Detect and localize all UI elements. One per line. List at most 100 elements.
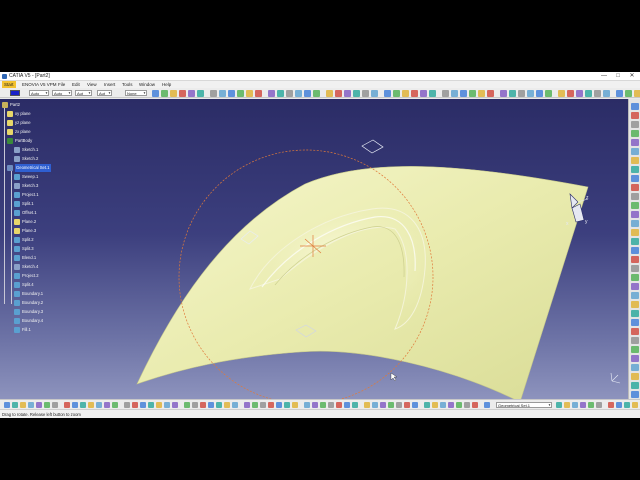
toolbar-icon[interactable] — [224, 402, 230, 408]
toolbar-icon[interactable] — [179, 89, 186, 97]
toolbar-icon[interactable] — [362, 89, 369, 97]
toolbar-icon[interactable] — [184, 402, 190, 408]
toolbar-icon[interactable] — [255, 89, 262, 97]
toolbar-icon[interactable] — [396, 402, 402, 408]
toolbar-icon[interactable] — [364, 402, 370, 408]
toolbar-icon[interactable] — [484, 402, 490, 408]
toolbar-icon[interactable] — [276, 402, 282, 408]
toolbar-icon[interactable] — [412, 402, 418, 408]
toolbar-icon[interactable] — [44, 402, 50, 408]
toolbar-icon[interactable] — [631, 346, 639, 353]
toolbar-icon[interactable] — [527, 89, 534, 97]
toolbar-icon[interactable] — [420, 89, 427, 97]
toolbar-icon[interactable] — [631, 166, 639, 173]
toolbar-icon[interactable] — [210, 89, 217, 97]
toolbar-icon[interactable] — [631, 184, 639, 191]
toolbar-icon[interactable] — [244, 402, 250, 408]
toolbar-icon[interactable] — [631, 193, 639, 200]
toolbar-icon[interactable] — [197, 89, 204, 97]
toolbar-icon[interactable] — [140, 402, 146, 408]
toolbar-icon[interactable] — [313, 89, 320, 97]
toolbar-icon[interactable] — [353, 89, 360, 97]
menu-enovia[interactable]: ENOVIA V5 VPM — [22, 81, 57, 88]
toolbar-icon[interactable] — [246, 89, 253, 97]
toolbar-icon[interactable] — [456, 402, 462, 408]
maximize-button[interactable]: □ — [612, 72, 624, 80]
toolbar-icon[interactable] — [252, 402, 258, 408]
toolbar-icon[interactable] — [631, 265, 639, 272]
toolbar-icon[interactable] — [556, 402, 562, 408]
toolbar-icon[interactable] — [448, 402, 454, 408]
toolbar-icon[interactable] — [384, 89, 391, 97]
toolbar-icon[interactable] — [564, 402, 570, 408]
menu-help[interactable]: Help — [162, 81, 171, 88]
toolbar-icon[interactable] — [440, 402, 446, 408]
toolbar-icon[interactable] — [631, 373, 639, 380]
toolbar-icon[interactable] — [631, 319, 639, 326]
toolbar-icon[interactable] — [402, 89, 409, 97]
toolbar-icon[interactable] — [304, 402, 310, 408]
toolbar-icon[interactable] — [344, 89, 351, 97]
toolbar-icon[interactable] — [28, 402, 34, 408]
toolbar-icon[interactable] — [429, 89, 436, 97]
toolbar-icon[interactable] — [148, 402, 154, 408]
toolbar-icon[interactable] — [616, 402, 622, 408]
toolbar-icon[interactable] — [469, 89, 476, 97]
toolbar-icon[interactable] — [478, 89, 485, 97]
toolbar-icon[interactable] — [64, 402, 70, 408]
toolbar-icon[interactable] — [424, 402, 430, 408]
toolbar-icon[interactable] — [88, 402, 94, 408]
toolbar-icon[interactable] — [596, 402, 602, 408]
menu-view[interactable]: View — [87, 81, 97, 88]
toolbar-icon[interactable] — [216, 402, 222, 408]
toolbar-icon[interactable] — [336, 402, 342, 408]
toolbar-icon[interactable] — [460, 89, 467, 97]
toolbar-icon[interactable] — [576, 89, 583, 97]
menu-window[interactable]: Window — [139, 81, 155, 88]
toolbar-icon[interactable] — [631, 355, 639, 362]
toolbar-icon[interactable] — [558, 89, 565, 97]
toolbar-icon[interactable] — [72, 402, 78, 408]
toolbar-icon[interactable] — [20, 402, 26, 408]
toolbar-icon[interactable] — [588, 402, 594, 408]
toolbar-icon[interactable] — [36, 402, 42, 408]
toolbar-icon[interactable] — [594, 89, 601, 97]
toolbar-icon[interactable] — [228, 89, 235, 97]
minimize-button[interactable]: — — [598, 72, 610, 80]
toolbar-icon[interactable] — [631, 157, 639, 164]
toolbar-icon[interactable] — [388, 402, 394, 408]
toolbar-icon[interactable] — [631, 139, 639, 146]
menu-tools[interactable]: Tools — [122, 81, 133, 88]
toolbar-icon[interactable] — [464, 402, 470, 408]
transparency-combo[interactable]: Auto ▼ — [52, 90, 72, 96]
toolbar-icon[interactable] — [442, 89, 449, 97]
toolbar-icon[interactable] — [152, 89, 159, 97]
toolbar-icon[interactable] — [631, 175, 639, 182]
toolbar-icon[interactable] — [277, 89, 284, 97]
toolbar-icon[interactable] — [631, 121, 639, 128]
toolbar-icon[interactable] — [232, 402, 238, 408]
toolbar-icon[interactable] — [268, 402, 274, 408]
toolbar-icon[interactable] — [631, 301, 639, 308]
toolbar-icon[interactable] — [631, 391, 639, 398]
linetype-combo[interactable]: Aut ▼ — [75, 90, 92, 96]
toolbar-icon[interactable] — [380, 402, 386, 408]
toolbar-icon[interactable] — [104, 402, 110, 408]
toolbar-icon[interactable] — [631, 337, 639, 344]
toolbar-icon[interactable] — [304, 89, 311, 97]
toolbar-icon[interactable] — [500, 89, 507, 97]
toolbar-icon[interactable] — [344, 402, 350, 408]
toolbar-icon[interactable] — [580, 402, 586, 408]
toolbar-icon[interactable] — [188, 89, 195, 97]
toolbar-icon[interactable] — [518, 89, 525, 97]
toolbar-icon[interactable] — [631, 247, 639, 254]
toolbar-icon[interactable] — [567, 89, 574, 97]
toolbar-icon[interactable] — [404, 402, 410, 408]
toolbar-icon[interactable] — [292, 402, 298, 408]
toolbar-icon[interactable] — [608, 402, 614, 408]
color-swatch[interactable] — [10, 90, 20, 96]
toolbar-icon[interactable] — [631, 283, 639, 290]
toolbar-icon[interactable] — [219, 89, 226, 97]
toolbar-icon[interactable] — [585, 89, 592, 97]
toolbar-icon[interactable] — [631, 382, 639, 389]
